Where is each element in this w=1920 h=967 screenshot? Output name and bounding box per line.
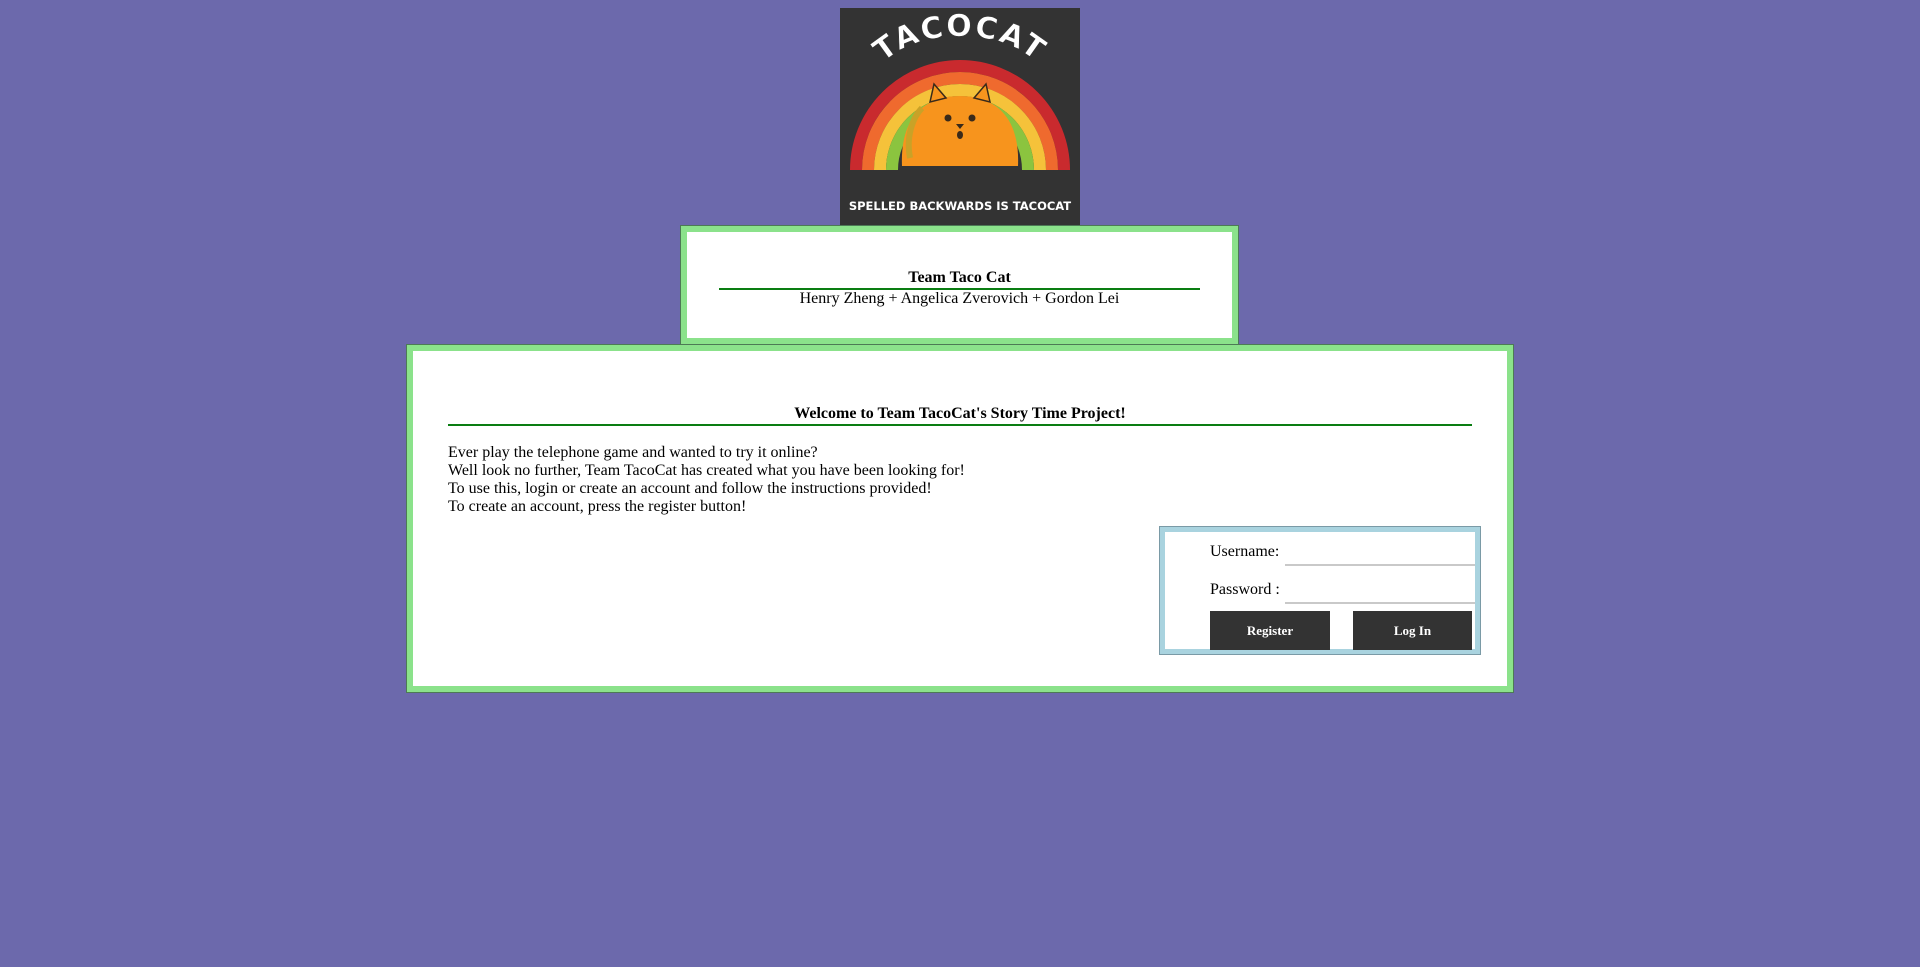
password-label: Password : — [1210, 581, 1280, 598]
username-input[interactable] — [1285, 534, 1475, 566]
logo-bottom-text: SPELLED BACKWARDS IS TACOCAT — [849, 199, 1071, 213]
password-input[interactable] — [1285, 572, 1475, 604]
login-button[interactable]: Log In — [1353, 611, 1472, 650]
intro-line: Ever play the telephone game and wanted … — [448, 444, 818, 461]
team-title: Team Taco Cat — [719, 269, 1200, 290]
team-credits-box: Team Taco Cat Henry Zheng + Angelica Zve… — [680, 225, 1239, 345]
username-label: Username: — [1210, 543, 1280, 560]
intro-line: To use this, login or create an account … — [448, 480, 932, 497]
svg-text:TACOCAT: TACOCAT — [867, 9, 1053, 69]
intro-text: Ever play the telephone game and wanted … — [448, 444, 965, 516]
tacocat-logo: TACOCAT SPELLED BACKWARDS IS TACOCAT — [840, 8, 1080, 226]
login-form: Username: Password : Register Log In — [1159, 526, 1481, 655]
tacocat-logo-image: TACOCAT SPELLED BACKWARDS IS TACOCAT — [849, 9, 1071, 213]
intro-line: To create an account, press the register… — [448, 498, 747, 515]
intro-line: Well look no further, Team TacoCat has c… — [448, 462, 965, 479]
logo-top-text: TACOCAT — [867, 9, 1051, 69]
register-button[interactable]: Register — [1210, 611, 1330, 650]
team-members: Henry Zheng + Angelica Zverovich + Gordo… — [799, 290, 1120, 307]
welcome-panel: Welcome to Team TacoCat's Story Time Pro… — [406, 344, 1514, 693]
welcome-heading: Welcome to Team TacoCat's Story Time Pro… — [448, 405, 1472, 426]
